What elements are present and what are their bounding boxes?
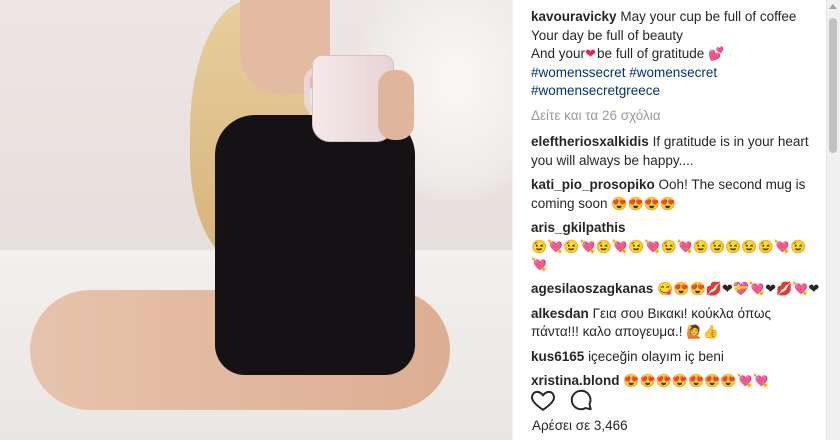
photo-hand (378, 70, 414, 140)
post-photo[interactable] (0, 0, 512, 440)
comment: alkesdan Γεια σου Βικακι! κούκλα όπως πά… (531, 305, 821, 342)
caption-line3a: And your (531, 46, 586, 61)
caption: kavouravicky May your cup be full of cof… (531, 8, 821, 101)
comment-list: kavouravicky May your cup be full of cof… (531, 8, 821, 397)
caption-hashtags-1[interactable]: #womenssecret #womensecret (531, 65, 717, 80)
comment-username[interactable]: xristina.blond (531, 373, 620, 388)
comment: eleftheriosxalkidis If gratitude is in y… (531, 133, 821, 170)
comment-text: içeceğin olayım iç beni (588, 348, 724, 364)
likes-count[interactable]: Αρέσει σε 3,466 (532, 418, 628, 433)
comment: kus6165 içeceğin olayım iç beni (531, 348, 821, 367)
caption-hashtags-2[interactable]: #womensecretgreece (531, 83, 660, 98)
comment-username[interactable]: kus6165 (531, 349, 584, 364)
view-all-comments-link[interactable]: Δείτε και τα 26 σχόλια (531, 107, 821, 126)
comment-emojis: 😍😍😍😍 (611, 195, 677, 211)
comment-button[interactable] (568, 387, 594, 413)
photo-dress (215, 115, 415, 375)
comment: kati_pio_prosopiko Ooh! The second mug i… (531, 176, 821, 213)
comment-username[interactable]: aris_gkilpathis (531, 220, 626, 235)
comment-username[interactable]: agesilaoszagkanas (531, 281, 653, 296)
comment-emojis: 🙋👍 (686, 324, 719, 339)
like-button[interactable] (530, 387, 556, 413)
action-bar (530, 387, 650, 413)
comment-icon (568, 389, 594, 417)
comment: aris_gkilpathis 😉💘😉💘😉💘😉💘😉💘😉😉😉😉😉💘😉💘 (531, 219, 821, 274)
comment-username[interactable]: eleftheriosxalkidis (531, 134, 649, 149)
comment-emojis: 😉💘😉💘😉💘😉💘😉💘😉😉😉😉😉💘😉💘 (531, 238, 807, 272)
heart-emoji: ❤ (585, 46, 596, 61)
comment-username[interactable]: kati_pio_prosopiko (531, 177, 655, 192)
comment-username[interactable]: alkesdan (531, 306, 589, 321)
comment-emojis: 😋😍😍💋❤💝💘❤💋💘❤ (657, 281, 820, 296)
comment: agesilaoszagkanas 😋😍😍💋❤💝💘❤💋💘❤ (531, 280, 821, 299)
hearts-emoji: 💕 (708, 46, 725, 61)
heart-icon (530, 390, 556, 417)
scroll-up-arrow-icon[interactable] (829, 4, 837, 9)
caption-username[interactable]: kavouravicky (531, 9, 617, 24)
caption-line2: Your day be full of beauty (531, 27, 683, 43)
scrollbar-thumb[interactable] (829, 18, 837, 153)
comments-panel: kavouravicky May your cup be full of cof… (512, 0, 827, 440)
caption-line3b: be full of gratitude (596, 46, 705, 61)
caption-line1: May your cup be full of coffee (620, 9, 797, 24)
